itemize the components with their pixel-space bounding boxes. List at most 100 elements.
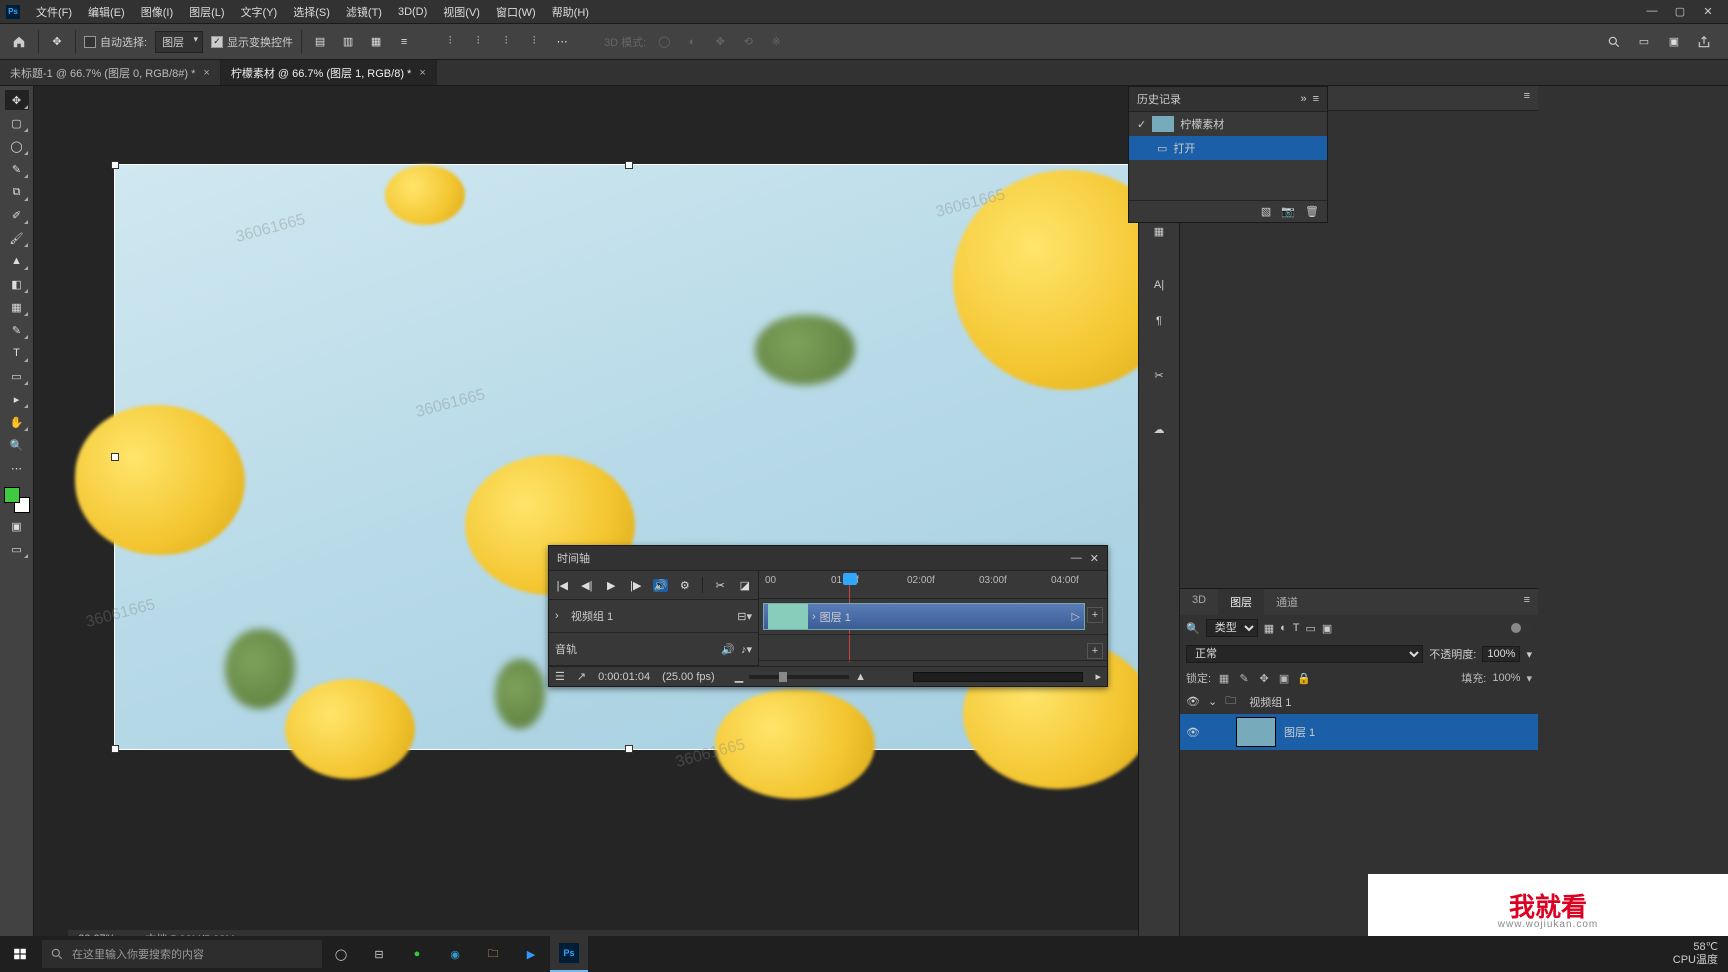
new-doc-from-state-icon[interactable]: ▧ bbox=[1261, 205, 1271, 218]
add-audio-button[interactable]: + bbox=[1087, 643, 1103, 659]
transform-handle[interactable] bbox=[625, 161, 633, 169]
menu-3d[interactable]: 3D(D) bbox=[390, 6, 435, 18]
distribute-3-icon[interactable]: ⫶ bbox=[496, 32, 516, 52]
explorer-icon[interactable]: 🗀 bbox=[474, 936, 512, 972]
transition-button[interactable]: ◪ bbox=[738, 579, 753, 592]
visibility-icon[interactable]: 👁 bbox=[1186, 726, 1200, 739]
dropdown-icon[interactable]: ▾ bbox=[1526, 648, 1532, 661]
first-frame-button[interactable]: |◀ bbox=[555, 579, 570, 592]
screen-mode-tool[interactable]: ▭ bbox=[5, 539, 29, 559]
timeline-track-video[interactable]: › 视频组 1 ⊟▾ bbox=[549, 600, 758, 633]
trash-icon[interactable]: 🗑 bbox=[1305, 205, 1319, 218]
move-tool-icon[interactable]: ✥ bbox=[47, 32, 67, 52]
document-tab-1[interactable]: 未标题-1 @ 66.7% (图层 0, RGB/8#) * × bbox=[0, 60, 221, 85]
filter-shape-icon[interactable]: ▭ bbox=[1306, 622, 1316, 635]
panel-close-icon[interactable]: ✕ bbox=[1090, 552, 1099, 565]
align-right-icon[interactable]: ▦ bbox=[366, 32, 386, 52]
brush-tool[interactable]: 🖌 bbox=[5, 228, 29, 248]
more-options-icon[interactable]: ⋯ bbox=[552, 32, 572, 52]
taskbar-search[interactable]: 在这里输入你要搜索的内容 bbox=[42, 940, 322, 968]
libraries-icon[interactable]: ☁ bbox=[1146, 416, 1172, 442]
menu-view[interactable]: 视图(V) bbox=[435, 4, 488, 20]
menu-layer[interactable]: 图层(L) bbox=[181, 4, 232, 20]
task-view-icon[interactable]: ◯ bbox=[322, 936, 360, 972]
minimize-icon[interactable]: — bbox=[1644, 5, 1660, 18]
cpu-temp-widget[interactable]: 58℃ CPU温度 bbox=[1673, 941, 1718, 967]
align-top-icon[interactable]: ≡ bbox=[394, 32, 414, 52]
maximize-icon[interactable]: ▢ bbox=[1672, 5, 1688, 18]
share-icon[interactable] bbox=[1694, 32, 1714, 52]
menu-file[interactable]: 文件(F) bbox=[28, 4, 80, 20]
camera-icon[interactable]: 📷 bbox=[1281, 205, 1295, 218]
menu-edit[interactable]: 编辑(E) bbox=[80, 4, 133, 20]
home-button[interactable] bbox=[8, 31, 30, 53]
scissors-icon[interactable]: ✂ bbox=[1146, 362, 1172, 388]
layer-filter-dropdown[interactable]: 类型 bbox=[1206, 619, 1258, 637]
visibility-icon[interactable]: 👁 bbox=[1186, 695, 1200, 708]
next-frame-button[interactable]: |▶ bbox=[629, 579, 644, 592]
settings-button[interactable]: ⚙ bbox=[678, 579, 693, 592]
auto-select-dropdown[interactable]: 图层 bbox=[155, 31, 203, 53]
filter-adjust-icon[interactable]: ◐ bbox=[1280, 622, 1287, 634]
lock-pixels-icon[interactable]: ✎ bbox=[1237, 672, 1251, 685]
chevron-down-icon[interactable]: ⌄ bbox=[1208, 695, 1217, 708]
chevron-right-icon[interactable]: › bbox=[812, 611, 816, 623]
lock-position-icon[interactable]: ✥ bbox=[1257, 672, 1271, 685]
layer-group-row[interactable]: 👁 ⌄ 🗀 视频组 1 bbox=[1180, 689, 1538, 714]
path-select-tool[interactable]: ▸ bbox=[5, 389, 29, 409]
lasso-tool[interactable]: ◯ bbox=[5, 136, 29, 156]
transform-handle[interactable] bbox=[111, 453, 119, 461]
character-icon[interactable]: A| bbox=[1146, 272, 1172, 298]
transform-handle[interactable] bbox=[111, 161, 119, 169]
distribute-1-icon[interactable]: ⫶ bbox=[440, 32, 460, 52]
split-button[interactable]: ✂ bbox=[713, 579, 728, 592]
color-swatch[interactable] bbox=[4, 487, 30, 513]
audio-button[interactable]: 🔊 bbox=[653, 579, 668, 592]
menu-select[interactable]: 选择(S) bbox=[285, 4, 338, 20]
view-mode-icon[interactable]: ▭ bbox=[1634, 32, 1654, 52]
search-icon[interactable] bbox=[1604, 32, 1624, 52]
tab-close-icon[interactable]: × bbox=[419, 67, 425, 79]
timeline-video-track[interactable]: › 图层 1 ▷ + bbox=[759, 599, 1107, 635]
layer-row[interactable]: 👁 图层 1 bbox=[1180, 714, 1538, 750]
quick-select-tool[interactable]: ✎ bbox=[5, 159, 29, 179]
search-icon[interactable]: 🔍 bbox=[1186, 622, 1200, 635]
distribute-4-icon[interactable]: ⫶ bbox=[524, 32, 544, 52]
playhead[interactable] bbox=[843, 573, 857, 585]
tab-3d[interactable]: 3D bbox=[1180, 589, 1218, 615]
zoom-slider[interactable] bbox=[749, 675, 849, 679]
transform-handle[interactable] bbox=[625, 745, 633, 753]
zoom-tool[interactable]: 🔍 bbox=[5, 435, 29, 455]
photoshop-taskbar-icon[interactable]: Ps bbox=[550, 936, 588, 972]
track-type-icon[interactable]: ⊟▾ bbox=[737, 610, 752, 623]
menu-help[interactable]: 帮助(H) bbox=[544, 4, 597, 20]
move-tool[interactable]: ✥ bbox=[5, 90, 29, 110]
panel-minimize-icon[interactable]: — bbox=[1071, 552, 1082, 565]
pen-tool[interactable]: ✎ bbox=[5, 320, 29, 340]
layer-thumbnail[interactable] bbox=[1236, 717, 1276, 747]
menu-window[interactable]: 窗口(W) bbox=[488, 4, 544, 20]
eraser-tool[interactable]: ◧ bbox=[5, 274, 29, 294]
fill-value[interactable]: 100% bbox=[1492, 672, 1520, 684]
blend-mode-dropdown[interactable]: 正常 bbox=[1186, 645, 1423, 663]
stamp-tool[interactable]: ▲ bbox=[5, 251, 29, 271]
show-transform-checkbox[interactable]: ✓ 显示变换控件 bbox=[211, 34, 293, 50]
filter-type-icon[interactable]: T bbox=[1293, 622, 1300, 634]
lock-transparency-icon[interactable]: ▦ bbox=[1217, 672, 1231, 685]
eyedropper-tool[interactable]: ✐ bbox=[5, 205, 29, 225]
gradient-tool[interactable]: ▦ bbox=[5, 297, 29, 317]
crop-tool[interactable]: ⧉ bbox=[5, 182, 29, 202]
export-icon[interactable]: ↗ bbox=[577, 670, 586, 683]
arrange-icon[interactable]: ▣ bbox=[1664, 32, 1684, 52]
paragraph-icon[interactable]: ¶ bbox=[1146, 308, 1172, 334]
marquee-tool[interactable]: ▢ bbox=[5, 113, 29, 133]
align-left-icon[interactable]: ▤ bbox=[310, 32, 330, 52]
shape-tool[interactable]: ▭ bbox=[5, 366, 29, 386]
panel-menu-icon[interactable]: ≡ bbox=[1313, 93, 1319, 105]
start-button[interactable] bbox=[0, 936, 40, 972]
timecode[interactable]: 0:00:01:04 bbox=[598, 671, 650, 683]
timeline-ruler[interactable]: 00 01:00f 02:00f 03:00f 04:00f bbox=[759, 571, 1107, 599]
filter-smart-icon[interactable]: ▣ bbox=[1322, 622, 1332, 635]
media-player-icon[interactable]: ▶ bbox=[512, 936, 550, 972]
document-tab-2[interactable]: 柠檬素材 @ 66.7% (图层 1, RGB/8) * × bbox=[221, 60, 437, 85]
